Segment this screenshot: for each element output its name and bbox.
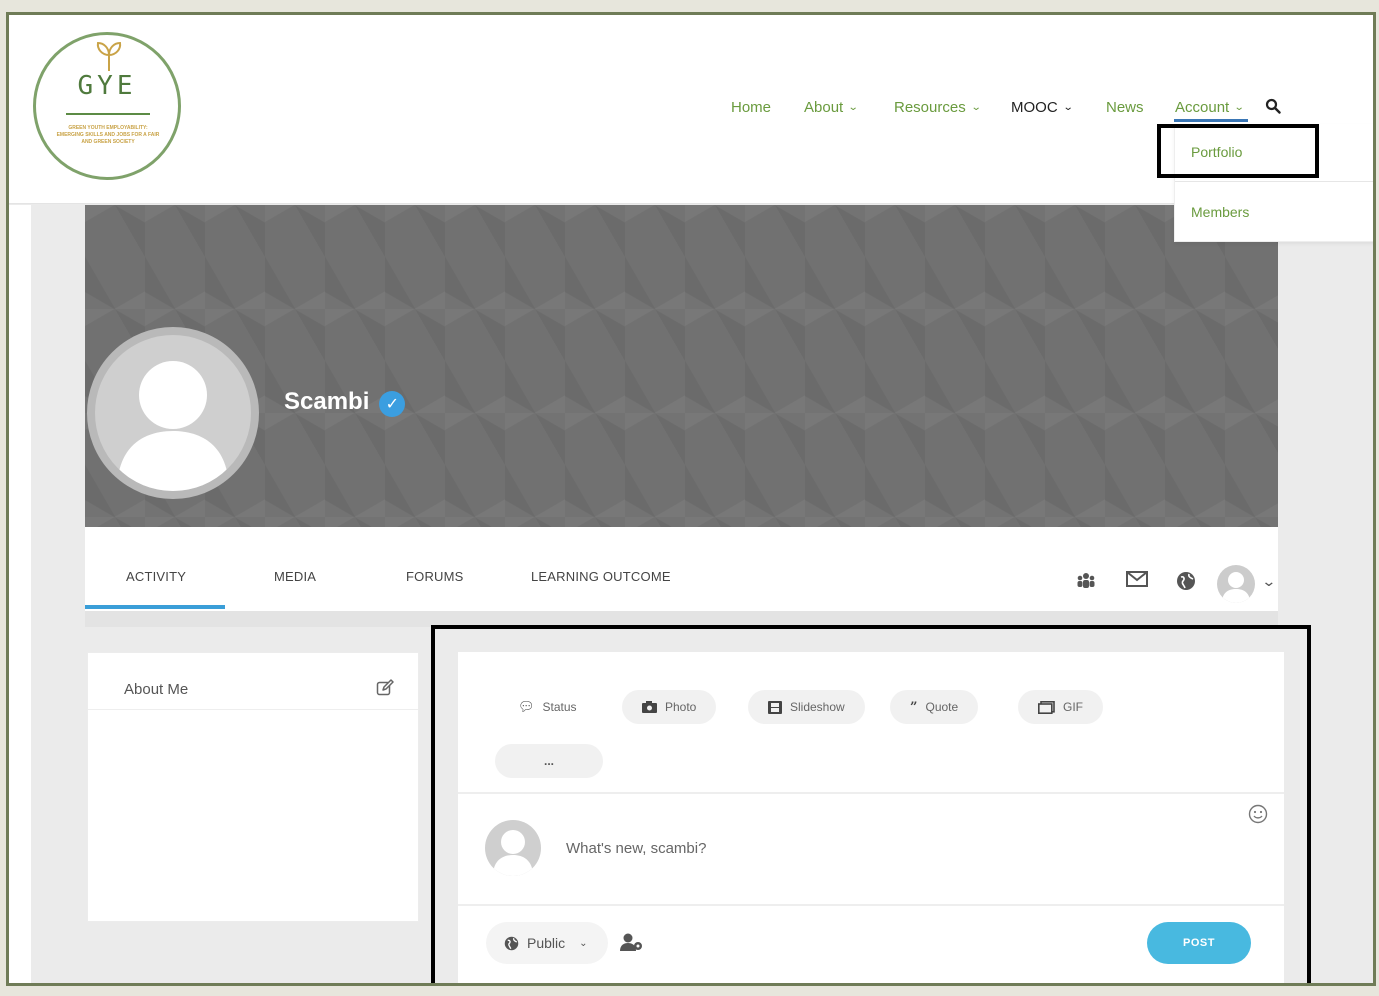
nav-resources[interactable]: Resources ⌄ xyxy=(894,99,982,116)
tabs-divider xyxy=(85,611,1278,627)
sprout-icon xyxy=(96,41,122,71)
menu-item-portfolio[interactable]: Portfolio xyxy=(1191,144,1242,160)
user-silhouette-icon xyxy=(117,361,229,491)
post-type-label: GIF xyxy=(1063,700,1083,714)
gif-icon xyxy=(1038,700,1055,714)
emoji-icon[interactable] xyxy=(1248,804,1268,824)
nav-account[interactable]: Account ⌄ xyxy=(1175,99,1245,116)
nav-account-label: Account xyxy=(1175,99,1230,116)
post-type-gif[interactable]: GIF xyxy=(1018,690,1103,724)
verified-badge-icon: ✓ xyxy=(379,391,406,417)
profile-name-text: Scambi xyxy=(284,388,370,415)
chevron-down-icon: ⌄ xyxy=(847,102,859,113)
divider xyxy=(458,792,1284,794)
nav-mooc[interactable]: MOOC ⌄ xyxy=(1011,99,1074,116)
post-input[interactable]: What's new, scambi? xyxy=(566,840,706,857)
privacy-label: Public xyxy=(527,935,566,951)
tab-media[interactable]: MEDIA xyxy=(274,569,316,584)
site-header: GYE GREEN YOUTH EMPLOYABILITY: EMERGING … xyxy=(9,15,1373,204)
profile-avatar[interactable] xyxy=(87,327,259,499)
logo-subtitle: GREEN YOUTH EMPLOYABILITY: EMERGING SKIL… xyxy=(56,125,160,145)
post-type-quote[interactable]: ” Quote xyxy=(890,690,979,724)
edit-icon[interactable] xyxy=(376,679,394,697)
nav-about[interactable]: About ⌄ xyxy=(804,99,859,116)
post-button[interactable]: POST xyxy=(1147,922,1251,964)
post-type-photo[interactable]: Photo xyxy=(622,690,717,724)
quote-icon: ” xyxy=(910,699,918,715)
globe-icon xyxy=(504,936,519,950)
globe-icon[interactable] xyxy=(1176,571,1196,591)
account-avatar[interactable] xyxy=(1217,565,1255,603)
post-type-more[interactable]: ... xyxy=(495,744,603,778)
post-type-slideshow[interactable]: Slideshow xyxy=(748,690,865,724)
site-logo[interactable]: GYE GREEN YOUTH EMPLOYABILITY: EMERGING … xyxy=(33,32,181,180)
logo-divider xyxy=(66,113,150,115)
about-me-widget: About Me xyxy=(87,652,419,922)
nav-news[interactable]: News xyxy=(1106,99,1144,116)
profile-cover xyxy=(85,205,1278,527)
chevron-down-icon: ⌄ xyxy=(970,102,982,113)
divider xyxy=(458,904,1284,906)
chevron-down-icon: ⌄ xyxy=(1233,102,1245,113)
chevron-down-icon: ⌄ xyxy=(1062,102,1074,113)
chevron-down-icon[interactable]: ⌄ xyxy=(1261,573,1276,590)
menu-item-members[interactable]: Members xyxy=(1191,204,1249,220)
chevron-down-icon: ⌄ xyxy=(579,937,588,949)
page-frame: GYE GREEN YOUTH EMPLOYABILITY: EMERGING … xyxy=(6,12,1376,986)
divider xyxy=(88,709,418,710)
camera-icon xyxy=(642,701,657,713)
tab-learning-outcome[interactable]: LEARNING OUTCOME xyxy=(531,569,671,584)
account-dropdown: Portfolio Members xyxy=(1174,124,1373,242)
tab-activity[interactable]: ACTIVITY xyxy=(126,569,186,584)
composer-avatar xyxy=(485,820,541,876)
page-gutter xyxy=(9,205,31,983)
divider xyxy=(1175,181,1373,182)
post-type-label: Status xyxy=(542,700,577,714)
logo-title: GYE xyxy=(77,71,137,101)
chat-bubble-icon: 💬︎ xyxy=(518,699,535,714)
post-type-status[interactable]: 💬︎ Status xyxy=(498,690,597,724)
user-silhouette-icon xyxy=(1222,572,1250,603)
post-composer: 💬︎ Status Photo Slideshow ” Quote GIF ..… xyxy=(458,652,1284,983)
nav-active-underline xyxy=(1174,119,1248,122)
about-me-title: About Me xyxy=(124,681,189,698)
user-silhouette-icon xyxy=(493,830,533,876)
post-type-label: Slideshow xyxy=(790,700,845,714)
privacy-select[interactable]: Public ⌄ xyxy=(486,922,608,964)
film-icon xyxy=(768,700,782,714)
groups-icon[interactable] xyxy=(1076,571,1096,589)
nav-mooc-label: MOOC xyxy=(1011,99,1058,116)
search-icon[interactable] xyxy=(1265,98,1281,114)
nav-about-label: About xyxy=(804,99,844,116)
more-icon: ... xyxy=(543,754,554,768)
mail-icon[interactable] xyxy=(1126,571,1148,587)
nav-resources-label: Resources xyxy=(894,99,966,116)
post-type-label: Quote xyxy=(925,700,959,714)
nav-news-label: News xyxy=(1106,99,1144,116)
profile-name: Scambi ✓ xyxy=(284,387,406,417)
profile-tabs: ACTIVITY MEDIA FORUMS LEARNING OUTCOME ⌄ xyxy=(85,527,1278,611)
nav-home[interactable]: Home xyxy=(731,99,771,116)
post-type-label: Photo xyxy=(665,700,697,714)
nav-home-label: Home xyxy=(731,99,772,116)
mention-user-icon[interactable] xyxy=(620,932,644,952)
active-tab-indicator xyxy=(85,605,225,609)
tab-forums[interactable]: FORUMS xyxy=(406,569,464,584)
